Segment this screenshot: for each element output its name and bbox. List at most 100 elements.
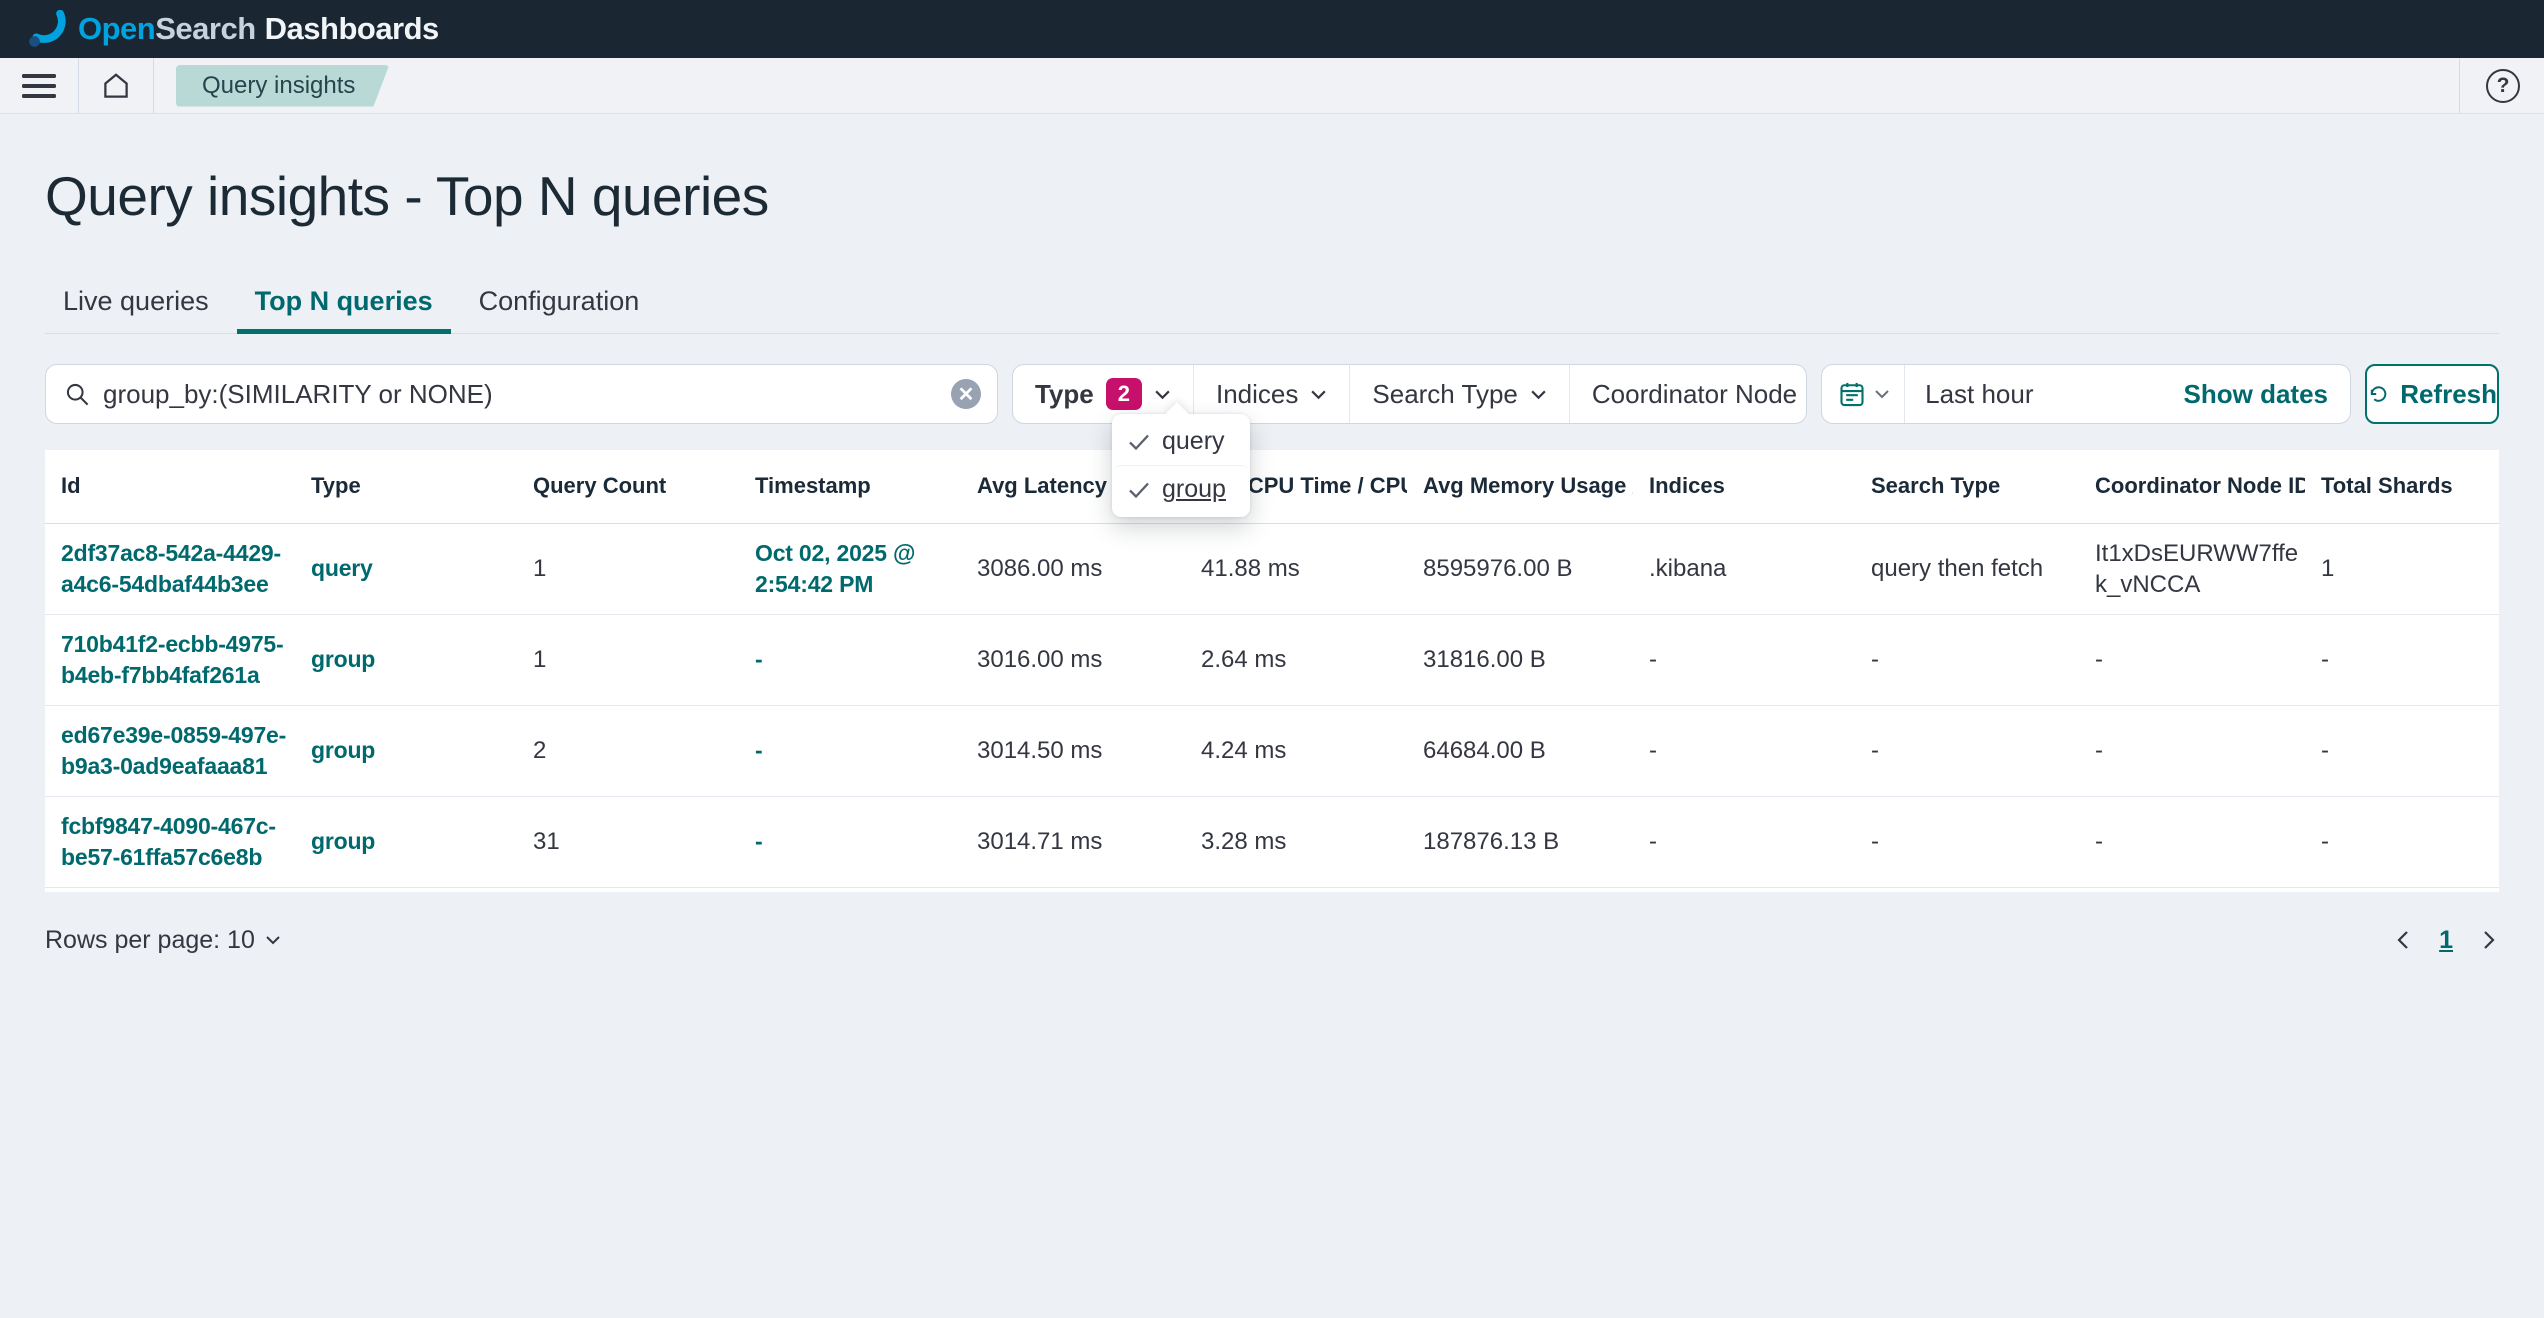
refresh-label: Refresh: [2400, 379, 2497, 410]
cell-query-count: 1: [517, 614, 739, 705]
rows-per-page-button[interactable]: Rows per page: 10: [45, 926, 281, 955]
tab-live-queries[interactable]: Live queries: [45, 272, 227, 333]
cell-avg-cpu-time-cpu-time: 2.64 ms: [1185, 614, 1407, 705]
tab-configuration[interactable]: Configuration: [461, 272, 658, 333]
refresh-button[interactable]: Refresh: [2365, 364, 2499, 424]
cell-avg-memory-usage-mem: 187876.13 B: [1407, 796, 1633, 887]
search-icon: [64, 381, 91, 408]
column-header-avg-memory-usage-mem: Avg Memory Usage / Mem…: [1407, 450, 1633, 523]
home-button[interactable]: [79, 58, 154, 113]
next-page-button[interactable]: [2483, 930, 2495, 950]
cell-indices: .kibana: [1633, 523, 1855, 614]
table-header-row: IdTypeQuery CountTimestampAvg Latency / …: [45, 450, 2499, 523]
tab-top-n-queries[interactable]: Top N queries: [237, 272, 451, 333]
opensearch-logo: OpenSearchDashboards: [28, 10, 439, 48]
cell-total-shards: -: [2305, 796, 2499, 887]
table-row: 2df37ac8-542a-4429-a4c6-54dbaf44b3eequer…: [45, 523, 2499, 614]
home-icon: [101, 71, 131, 101]
cell-timestamp[interactable]: -: [739, 796, 961, 887]
cell-type[interactable]: group: [295, 614, 517, 705]
cell-id[interactable]: 2df37ac8-542a-4429-a4c6-54dbaf44b3ee: [45, 523, 295, 614]
cell-avg-memory-usage-mem: 8595976.00 B: [1407, 523, 1633, 614]
cell-type[interactable]: group: [295, 705, 517, 796]
logo-dashboards: Dashboards: [265, 11, 439, 46]
refresh-icon: [2367, 381, 2390, 407]
breadcrumb: Query insights: [154, 58, 411, 113]
column-header-timestamp: Timestamp: [739, 450, 961, 523]
cell-timestamp[interactable]: -: [739, 705, 961, 796]
popover-option-label: query: [1162, 427, 1225, 456]
rows-per-page-label: Rows per page: 10: [45, 926, 255, 955]
page-number-1[interactable]: 1: [2439, 926, 2453, 955]
table-row: ed67e39e-0859-497e-b9a3-0ad9eafaaa81grou…: [45, 705, 2499, 796]
app-header: OpenSearchDashboards: [0, 0, 2544, 58]
cell-coordinator-node-id: -: [2079, 796, 2305, 887]
column-header-total-shards: Total Shards: [2305, 450, 2499, 523]
clear-search-icon[interactable]: ✕: [951, 379, 981, 409]
chevron-down-icon: [265, 935, 281, 945]
cell-coordinator-node-id: -: [2079, 614, 2305, 705]
nav-right-section: ?: [2459, 58, 2520, 113]
cell-avg-cpu-time-cpu-time: 3.28 ms: [1185, 796, 1407, 887]
cell-avg-memory-usage-mem: 64684.00 B: [1407, 705, 1633, 796]
opensearch-logo-icon: [28, 10, 66, 48]
filter-count-badge: 2: [1106, 378, 1142, 410]
show-dates-button[interactable]: Show dates: [2184, 379, 2350, 410]
cell-id[interactable]: fcbf9847-4090-467c-be57-61ffa57c6e8b: [45, 796, 295, 887]
controls-row: ✕ Type2IndicesSearch TypeCoordinator Nod…: [45, 364, 2499, 424]
search-box: ✕: [45, 364, 998, 424]
previous-page-button[interactable]: [2397, 930, 2409, 950]
cell-coordinator-node-id: -: [2079, 705, 2305, 796]
chevron-down-icon: [1530, 389, 1547, 400]
cell-avg-cpu-time-cpu-time: 4.24 ms: [1185, 705, 1407, 796]
cell-search-type: -: [1855, 614, 2079, 705]
breadcrumb-badge[interactable]: Query insights: [176, 65, 389, 107]
cell-id[interactable]: 710b41f2-ecbb-4975-b4eb-f7bb4faf261a: [45, 614, 295, 705]
chevron-down-icon: [1874, 389, 1890, 399]
chevron-left-icon: [2397, 930, 2409, 950]
queries-table-container: IdTypeQuery CountTimestampAvg Latency / …: [45, 450, 2499, 892]
popover-option-query[interactable]: query: [1112, 418, 1250, 465]
cell-timestamp[interactable]: Oct 02, 2025 @ 2:54:42 PM: [739, 523, 961, 614]
filter-button-search-type[interactable]: Search Type: [1350, 365, 1570, 423]
filter-label: Search Type: [1372, 379, 1518, 410]
logo-search: Search: [155, 11, 255, 46]
page-content: Query insights - Top N queries Live quer…: [0, 164, 2544, 995]
cell-search-type: -: [1855, 796, 2079, 887]
search-input[interactable]: [103, 379, 939, 410]
cell-query-count: 31: [517, 796, 739, 887]
nav-bar: Query insights ?: [0, 58, 2544, 114]
cell-coordinator-node-id: It1xDsEURWW7ffek_vNCCA: [2079, 523, 2305, 614]
column-header-coordinator-node-id: Coordinator Node ID: [2079, 450, 2305, 523]
cell-avg-latency-latency: 3086.00 ms: [961, 523, 1185, 614]
cell-indices: -: [1633, 614, 1855, 705]
cell-avg-latency-latency: 3016.00 ms: [961, 614, 1185, 705]
chevron-down-icon: [1310, 389, 1327, 400]
chevron-right-icon: [2483, 930, 2495, 950]
filter-button-coordinator-node-id[interactable]: Coordinator Node ID: [1570, 365, 1807, 423]
pagination-row: Rows per page: 10 1: [45, 926, 2499, 995]
cell-query-count: 1: [517, 523, 739, 614]
cell-type[interactable]: query: [295, 523, 517, 614]
column-header-id: Id: [45, 450, 295, 523]
calendar-icon: [1838, 380, 1866, 408]
page-title: Query insights - Top N queries: [45, 164, 2499, 228]
tabs-bar: Live queriesTop N queriesConfiguration: [45, 272, 2499, 334]
cell-total-shards: -: [2305, 614, 2499, 705]
check-icon: [1128, 481, 1150, 499]
cell-id[interactable]: ed67e39e-0859-497e-b9a3-0ad9eafaaa81: [45, 705, 295, 796]
cell-type[interactable]: group: [295, 796, 517, 887]
cell-search-type: -: [1855, 705, 2079, 796]
date-picker: Last hour Show dates: [1821, 364, 2351, 424]
column-header-search-type: Search Type: [1855, 450, 2079, 523]
date-picker-quick-select-button[interactable]: [1822, 365, 1905, 423]
cell-search-type: query then fetch: [1855, 523, 2079, 614]
cell-timestamp[interactable]: -: [739, 614, 961, 705]
column-header-indices: Indices: [1633, 450, 1855, 523]
help-button[interactable]: ?: [2486, 69, 2520, 103]
logo-text: OpenSearchDashboards: [78, 11, 439, 47]
cell-avg-memory-usage-mem: 31816.00 B: [1407, 614, 1633, 705]
time-range-value[interactable]: Last hour: [1905, 379, 2183, 410]
popover-option-group[interactable]: group: [1112, 465, 1250, 513]
menu-button[interactable]: [0, 58, 79, 113]
